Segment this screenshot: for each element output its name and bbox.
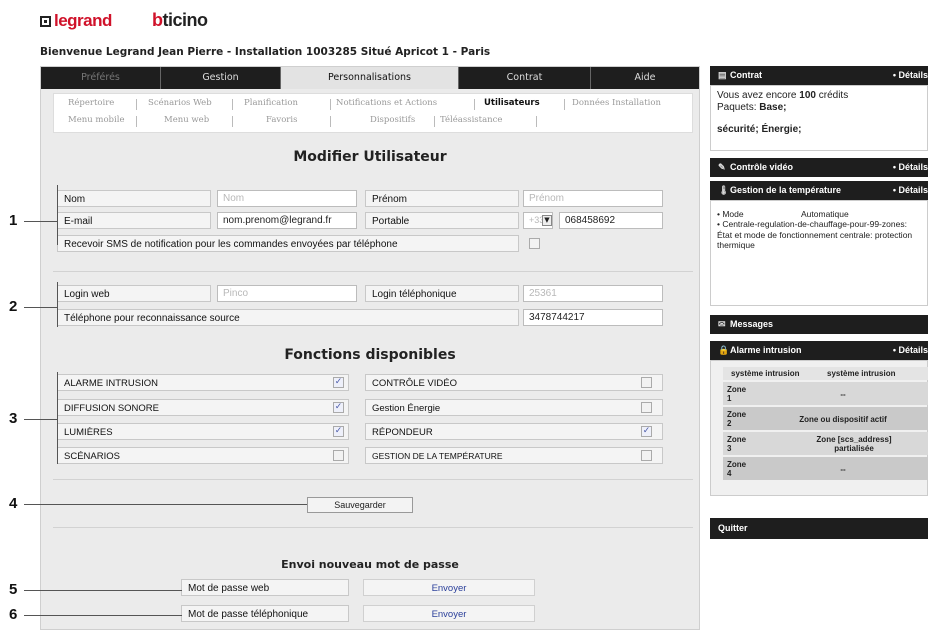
portable-label: Portable xyxy=(365,212,519,229)
alarm-zone-row: Zone 2 Zone ou dispositif actif xyxy=(723,407,928,430)
function-repondeur: RÉPONDEUR xyxy=(365,423,663,440)
temp-details-link[interactable]: • Détails xyxy=(893,181,928,200)
callout-6: 6 xyxy=(9,606,18,623)
email-label: E-mail xyxy=(57,212,211,229)
sub-navigation: Répertoire Scénarios Web Planification N… xyxy=(53,93,693,133)
document-icon: ▤ xyxy=(718,70,727,80)
chevron-down-icon[interactable]: ▼ xyxy=(542,215,552,226)
packages-text: Paquets: Base; xyxy=(717,102,787,113)
temp-panel-header: 🌡Gestion de la température • Détails xyxy=(710,181,928,200)
callout-4: 4 xyxy=(9,495,18,512)
bticino-logo: bticino xyxy=(152,10,208,30)
alarm-details-link[interactable]: • Détails xyxy=(893,341,928,360)
password-tel-label: Mot de passe téléphonique xyxy=(181,605,349,622)
alarm-panel-header: 🔒Alarme intrusion • Détails xyxy=(710,341,928,360)
function-checkbox[interactable]: ✓ xyxy=(641,426,652,437)
sms-label: Recevoir SMS de notification pour les co… xyxy=(57,235,519,252)
tab-gestion[interactable]: Gestion xyxy=(161,67,281,89)
source-tel-label: Téléphone pour reconnaissance source xyxy=(57,309,519,326)
callout-5: 5 xyxy=(9,581,18,598)
subnav-dispositifs[interactable]: Dispositifs xyxy=(370,115,415,125)
subnav-utilisateurs[interactable]: Utilisateurs xyxy=(484,98,540,108)
function-checkbox[interactable] xyxy=(641,377,652,388)
callout-2: 2 xyxy=(9,298,18,315)
credits-text: Vous avez encore 100 crédits xyxy=(717,90,849,101)
function-diffusion-sonore: DIFFUSION SONORE xyxy=(57,399,349,416)
prenom-input[interactable]: Prénom xyxy=(523,190,663,207)
password-title: Envoi nouveau mot de passe xyxy=(281,558,459,571)
login-tel-input[interactable]: 25361 xyxy=(523,285,663,302)
video-details-link[interactable]: • Détails xyxy=(893,158,928,177)
temp-status-text: • Centrale-regulation-de-chauffage-pour-… xyxy=(717,219,913,250)
alarm-zone-row: Zone 3 Zone [scs_address] partialisée xyxy=(723,432,928,455)
nom-input[interactable]: Nom xyxy=(217,190,357,207)
subnav-planification[interactable]: Planification xyxy=(244,98,298,108)
tab-preferes[interactable]: Préférés xyxy=(41,67,161,89)
lock-icon: 🔒 xyxy=(718,345,730,355)
function-checkbox[interactable] xyxy=(333,450,344,461)
video-panel-header: ✎ Contrôle vidéo • Détails xyxy=(710,158,928,177)
function-checkbox[interactable] xyxy=(641,450,652,461)
function-checkbox[interactable]: ✓ xyxy=(333,402,344,413)
prenom-label: Prénom xyxy=(365,190,519,207)
subnav-notifications[interactable]: Notifications et Actions xyxy=(336,98,437,108)
contrat-panel-body: Vous avez encore 100 crédits Paquets: Ba… xyxy=(710,85,928,151)
subnav-favoris[interactable]: Favoris xyxy=(266,115,297,125)
alarm-panel-body: système intrusion système intrusion Zone… xyxy=(710,360,928,496)
function-alarme-intrusion: ALARME INTRUSION xyxy=(57,374,349,391)
page: legrand bticino Bienvenue Legrand Jean P… xyxy=(0,0,928,630)
send-tel-password-button[interactable]: Envoyer xyxy=(363,605,535,622)
legrand-logo: legrand xyxy=(40,11,112,31)
packages-list: sécurité; Énergie; xyxy=(717,124,802,135)
main-panel: Préférés Gestion Personnalisations Contr… xyxy=(40,66,700,630)
wrench-icon: ✎ xyxy=(718,162,726,172)
temp-panel-body: • Mode Automatique • Centrale-regulation… xyxy=(710,200,928,306)
send-web-password-button[interactable]: Envoyer xyxy=(363,579,535,596)
alarm-table-header: système intrusion système intrusion xyxy=(723,367,928,380)
contrat-panel-header: ▤ Contrat • Détails xyxy=(710,66,928,85)
nom-label: Nom xyxy=(57,190,211,207)
portable-input[interactable]: 068458692 xyxy=(559,212,663,229)
function-gestion-temperature: GESTION DE LA TEMPÉRATURE xyxy=(365,447,663,464)
quit-button[interactable]: Quitter xyxy=(710,518,928,539)
welcome-text: Bienvenue Legrand Jean Pierre - Installa… xyxy=(40,46,491,58)
subnav-teleassistance[interactable]: Téléassistance xyxy=(440,115,502,125)
password-web-label: Mot de passe web xyxy=(181,579,349,596)
subnav-repertoire[interactable]: Répertoire xyxy=(68,98,114,108)
alarm-zone-row: Zone 1 -- xyxy=(723,382,928,405)
save-button[interactable]: Sauvegarder xyxy=(307,497,413,513)
envelope-icon: ✉ xyxy=(718,319,726,329)
function-checkbox[interactable]: ✓ xyxy=(333,426,344,437)
thermometer-icon: 🌡 xyxy=(718,185,730,195)
contrat-details-link[interactable]: • Détails xyxy=(893,66,928,85)
function-lumieres: LUMIÈRES xyxy=(57,423,349,440)
callout-3: 3 xyxy=(9,410,18,427)
tab-aide[interactable]: Aide xyxy=(591,67,699,89)
function-controle-video: CONTRÔLE VIDÉO xyxy=(365,374,663,391)
subnav-menu-web[interactable]: Menu web xyxy=(164,115,209,125)
function-scenarios: SCÉNARIOS xyxy=(57,447,349,464)
subnav-scenarios-web[interactable]: Scénarios Web xyxy=(148,98,212,108)
temp-mode-value: Automatique xyxy=(801,209,849,219)
source-tel-input[interactable]: 3478744217 xyxy=(523,309,663,326)
tab-personnalisations[interactable]: Personnalisations xyxy=(281,67,459,89)
messages-panel-header[interactable]: ✉ Messages xyxy=(710,315,928,334)
tab-bar: Préférés Gestion Personnalisations Contr… xyxy=(41,67,699,89)
callout-1: 1 xyxy=(9,212,18,229)
function-checkbox[interactable] xyxy=(641,402,652,413)
subnav-menu-mobile[interactable]: Menu mobile xyxy=(68,115,124,125)
alarm-zone-row: Zone 4 -- xyxy=(723,457,928,480)
email-input[interactable]: nom.prenom@legrand.fr xyxy=(217,212,357,229)
login-web-label: Login web xyxy=(57,285,211,302)
function-checkbox[interactable]: ✓ xyxy=(333,377,344,388)
subnav-donnees-installation[interactable]: Données Installation xyxy=(572,98,661,108)
login-tel-label: Login téléphonique xyxy=(365,285,519,302)
temp-mode-label: • Mode xyxy=(717,209,744,219)
function-gestion-energie: Gestion Énergie xyxy=(365,399,663,416)
tab-contrat[interactable]: Contrat xyxy=(459,67,591,89)
sms-checkbox[interactable] xyxy=(529,238,540,249)
functions-title: Fonctions disponibles xyxy=(284,347,456,363)
login-web-input[interactable]: Pinco xyxy=(217,285,357,302)
page-title: Modifier Utilisateur xyxy=(293,149,447,165)
